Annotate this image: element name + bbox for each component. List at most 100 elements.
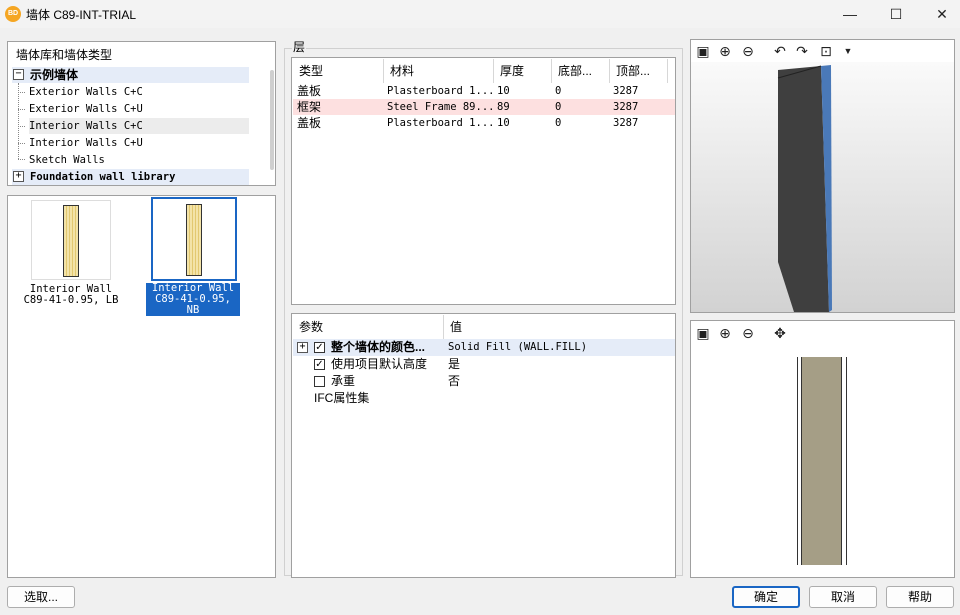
- param-row-load-bearing[interactable]: 承重 否: [293, 373, 675, 390]
- select-button[interactable]: 选取...: [7, 586, 75, 608]
- wall-edge-line: [846, 357, 847, 565]
- zoom-out-icon[interactable]: ⊖: [739, 42, 757, 60]
- zoom-fit-icon[interactable]: ▣: [694, 42, 712, 60]
- expand-icon[interactable]: +: [297, 342, 308, 353]
- thumbnail-label-lb[interactable]: Interior Wall C89-41-0.95, LB: [18, 284, 124, 306]
- dropdown-arrow-icon[interactable]: ▼: [839, 42, 857, 60]
- zoom-in-icon[interactable]: ⊕: [716, 42, 734, 60]
- param-name: IFC属性集: [314, 391, 370, 405]
- thumbnail-label-line2: C89-41-0.95, LB: [23, 294, 119, 306]
- rotate-right-icon[interactable]: ↷: [793, 42, 811, 60]
- param-row-wall-color[interactable]: + ✓ 整个墙体的颜色... Solid Fill (WALL.FILL): [293, 339, 675, 356]
- close-icon[interactable]: ✕: [927, 4, 957, 24]
- column-header-material[interactable]: 材料: [384, 59, 494, 83]
- tree-foundation-label: Foundation wall library: [30, 171, 176, 183]
- preview-2d-toolbar: ▣ ⊕ ⊖ ✥: [691, 321, 954, 345]
- table-row[interactable]: 盖板 Plasterboard 1... 10 0 3287: [293, 83, 675, 99]
- window-title: 墙体 C89-INT-TRIAL: [26, 8, 137, 22]
- param-value[interactable]: 否: [448, 373, 460, 390]
- cell-thickness: 89: [497, 101, 510, 113]
- rotate-left-icon[interactable]: ↶: [771, 42, 789, 60]
- wall-3d-model: [777, 65, 832, 312]
- zoom-fit-icon[interactable]: ▣: [694, 324, 712, 342]
- view-center-icon[interactable]: ⊡: [817, 42, 835, 60]
- param-value[interactable]: 是: [448, 356, 460, 373]
- preview-3d-canvas[interactable]: [691, 62, 954, 312]
- maximize-icon[interactable]: ☐: [881, 4, 911, 24]
- column-header-parameter[interactable]: 参数: [293, 315, 444, 339]
- tree-item-label: Exterior Walls C+C: [29, 86, 143, 98]
- tree-guide-line: [18, 83, 19, 159]
- param-name: 使用项目默认高度: [331, 357, 428, 371]
- wall-edge-line: [797, 357, 798, 565]
- wall-swatch: [186, 204, 202, 276]
- param-row-default-height[interactable]: ✓ 使用项目默认高度 是: [293, 356, 675, 373]
- tree-root-label: 示例墙体: [30, 68, 79, 82]
- tree-connector: [18, 109, 25, 110]
- column-header-bottom[interactable]: 底部...: [552, 59, 610, 83]
- checkbox-icon[interactable]: ✓: [314, 342, 325, 353]
- wall-thumbnail-lb[interactable]: [31, 200, 111, 280]
- table-row[interactable]: 盖板 Plasterboard 1... 10 0 3287: [293, 115, 675, 131]
- tree-item-label: Exterior Walls C+U: [29, 103, 143, 115]
- table-row-selected[interactable]: 框架 Steel Frame 89... 89 0 3287: [293, 99, 675, 115]
- tree-root-foundation[interactable]: + Foundation wall library: [12, 169, 249, 185]
- tree-root-sample-walls[interactable]: − 示例墙体: [12, 67, 249, 83]
- minimize-icon[interactable]: —: [835, 4, 865, 24]
- cell-bottom: 0: [555, 117, 562, 129]
- wall-type-gallery: Interior Wall C89-41-0.95, LB Interior W…: [7, 195, 276, 578]
- cell-type: 盖板: [297, 84, 322, 98]
- wall-edge-line: [841, 357, 842, 565]
- param-name: 承重: [331, 374, 356, 388]
- cell-top: 3287: [613, 101, 639, 113]
- column-header-thickness[interactable]: 厚度: [494, 59, 552, 83]
- help-button[interactable]: 帮助: [886, 586, 954, 608]
- preview-3d[interactable]: ▣ ⊕ ⊖ ↶ ↷ ⊡ ▼: [690, 39, 955, 313]
- layers-table[interactable]: 类型 材料 厚度 底部... 顶部... 盖板 Plasterboard 1..…: [291, 57, 676, 305]
- tree-item-exterior-cu[interactable]: Exterior Walls C+U: [29, 101, 249, 117]
- wall-section-2d: [797, 357, 847, 565]
- checkbox-icon[interactable]: [314, 376, 325, 387]
- tree-item-sketch-walls[interactable]: Sketch Walls: [29, 152, 249, 168]
- parameters-table[interactable]: 参数 值 + ✓ 整个墙体的颜色... Solid Fill (WALL.FIL…: [291, 313, 676, 578]
- tree-item-label: Sketch Walls: [29, 154, 105, 166]
- layers-caption: 层: [292, 38, 307, 55]
- wall-swatch: [63, 205, 79, 277]
- cell-top: 3287: [613, 85, 639, 97]
- cell-material: Steel Frame 89...: [387, 101, 495, 113]
- thumbnail-label-nb[interactable]: Interior Wall C89-41-0.95, NB: [146, 283, 240, 316]
- tree-item-interior-cu[interactable]: Interior Walls C+U: [29, 135, 249, 151]
- param-value[interactable]: Solid Fill (WALL.FILL): [448, 339, 587, 356]
- preview-2d[interactable]: ▣ ⊕ ⊖ ✥: [690, 320, 955, 578]
- column-header-type[interactable]: 类型: [293, 59, 384, 83]
- expand-icon[interactable]: +: [13, 171, 24, 182]
- checkbox-icon[interactable]: ✓: [314, 359, 325, 370]
- zoom-in-icon[interactable]: ⊕: [716, 324, 734, 342]
- zoom-out-icon[interactable]: ⊖: [739, 324, 757, 342]
- wall-core-fill: [802, 357, 841, 565]
- cell-top: 3287: [613, 117, 639, 129]
- pan-icon[interactable]: ✥: [771, 324, 789, 342]
- tree-item-exterior-cc[interactable]: Exterior Walls C+C: [29, 84, 249, 100]
- tree-scrollbar[interactable]: [270, 70, 274, 170]
- cell-bottom: 0: [555, 85, 562, 97]
- cell-type: 盖板: [297, 116, 322, 130]
- wall-thumbnail-nb[interactable]: [151, 197, 237, 281]
- preview-3d-toolbar: ▣ ⊕ ⊖ ↶ ↷ ⊡ ▼: [691, 40, 954, 62]
- wall-library-tree[interactable]: 墙体库和墙体类型 − 示例墙体 Exterior Walls C+C Exter…: [7, 41, 276, 186]
- cell-material: Plasterboard 1...: [387, 117, 495, 129]
- cell-type: 框架: [297, 100, 322, 114]
- param-row-ifc[interactable]: IFC属性集: [293, 390, 675, 407]
- thumbnail-label-line2: C89-41-0.95, NB: [155, 293, 231, 316]
- collapse-icon[interactable]: −: [13, 69, 24, 80]
- tree-item-label: Interior Walls C+C: [29, 120, 143, 132]
- cancel-button[interactable]: 取消: [809, 586, 877, 608]
- cell-bottom: 0: [555, 101, 562, 113]
- tree-item-interior-cc[interactable]: Interior Walls C+C: [29, 118, 249, 134]
- column-header-value[interactable]: 值: [444, 315, 675, 339]
- column-header-top[interactable]: 顶部...: [610, 59, 668, 83]
- app-icon: BD: [5, 6, 21, 22]
- tree-item-label: Interior Walls C+U: [29, 137, 143, 149]
- ok-button[interactable]: 确定: [732, 586, 800, 608]
- cell-thickness: 10: [497, 85, 510, 97]
